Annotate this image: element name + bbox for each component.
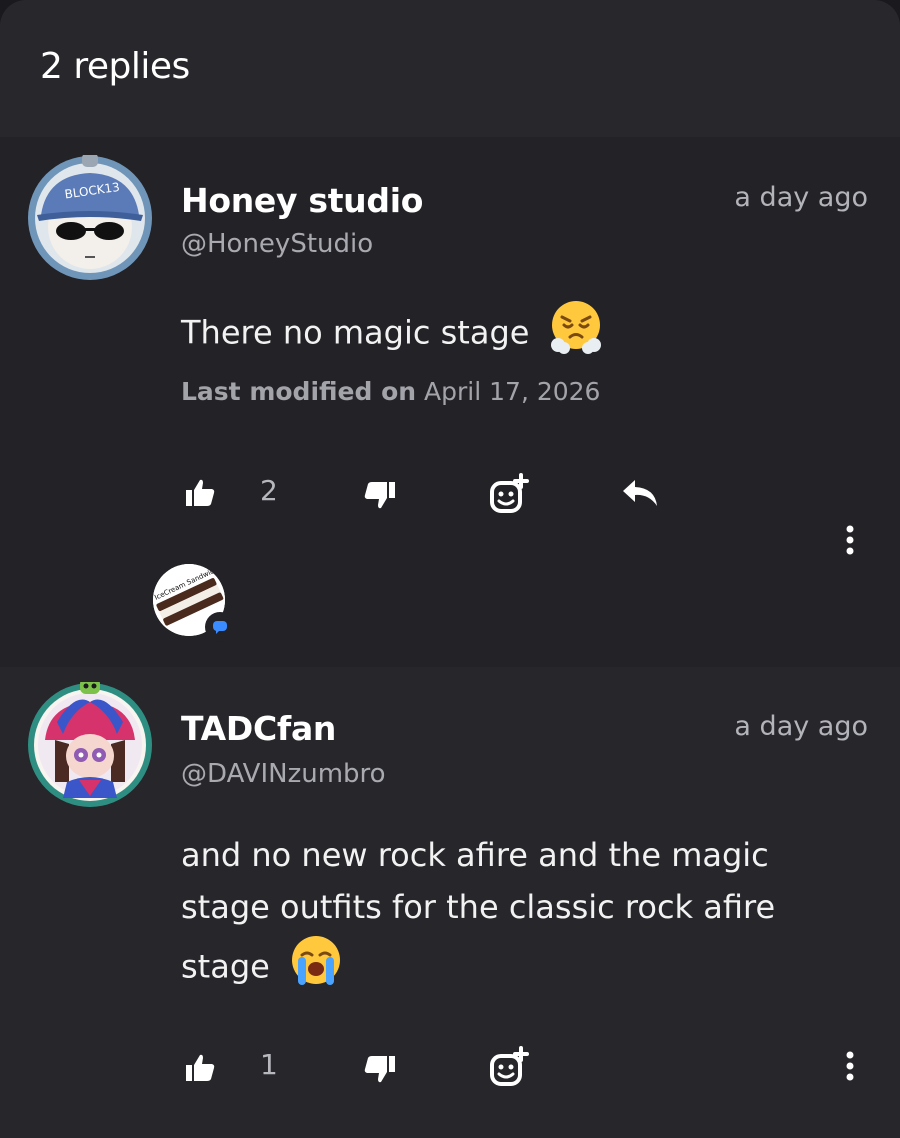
like-button[interactable] (183, 476, 217, 510)
reply-comment: TADCfan @DAVINzumbro a day ago and no ne… (0, 667, 900, 1138)
thumbs-up-icon (186, 479, 215, 506)
last-modified-label: Last modified on (181, 377, 417, 406)
author-name[interactable]: Honey studio (181, 181, 423, 220)
like-count: 2 (260, 474, 278, 507)
reply-indicator-icon (205, 612, 235, 642)
add-reaction-icon (490, 473, 529, 513)
comment-text: There no magic stage (181, 299, 861, 370)
dislike-button[interactable] (362, 478, 396, 512)
loudly-crying-emoji-icon (288, 933, 344, 1004)
comment-text-content: There no magic stage (181, 313, 530, 352)
author-name[interactable]: TADCfan (181, 709, 336, 748)
thumbs-down-icon (364, 482, 395, 509)
more-vertical-icon (846, 1051, 854, 1081)
thumbs-up-icon (186, 1054, 215, 1081)
more-options-button[interactable] (840, 1046, 860, 1086)
replies-count-title: 2 replies (40, 46, 190, 87)
reply-comment: BLOCK13 Honey studio @HoneyStudio a day … (0, 137, 900, 667)
dislike-button[interactable] (362, 1052, 396, 1086)
comment-text: and no new rock afire and the magic stag… (181, 829, 861, 1004)
thumbs-down-icon (364, 1056, 395, 1083)
author-handle[interactable]: @HoneyStudio (181, 229, 373, 259)
comment-text-line: stage outfits for the classic rock afire (181, 888, 776, 926)
like-button[interactable] (183, 1051, 217, 1085)
author-handle[interactable]: @DAVINzumbro (181, 759, 386, 789)
add-reaction-button[interactable] (488, 1046, 530, 1088)
replies-header: 2 replies (0, 0, 900, 137)
add-reaction-button[interactable] (488, 473, 530, 515)
last-modified-date: April 17, 2026 (424, 377, 601, 406)
steam-from-nose-emoji-icon (548, 299, 604, 370)
like-count: 1 (260, 1048, 278, 1081)
last-modified: Last modified on April 17, 2026 (181, 377, 600, 406)
more-options-button[interactable] (840, 520, 860, 560)
more-vertical-icon (846, 525, 854, 555)
comment-text-line: and no new rock afire and the magic (181, 836, 769, 874)
avatar[interactable] (27, 678, 153, 808)
timestamp: a day ago (734, 711, 868, 742)
avatar[interactable]: BLOCK13 (27, 153, 153, 281)
comment-text-line-last: stage (181, 933, 861, 1004)
timestamp: a day ago (734, 182, 868, 213)
comment-text-line: stage (181, 947, 270, 986)
reply-button[interactable] (621, 477, 659, 509)
add-reaction-icon (490, 1046, 529, 1086)
reply-arrow-icon (623, 480, 657, 506)
